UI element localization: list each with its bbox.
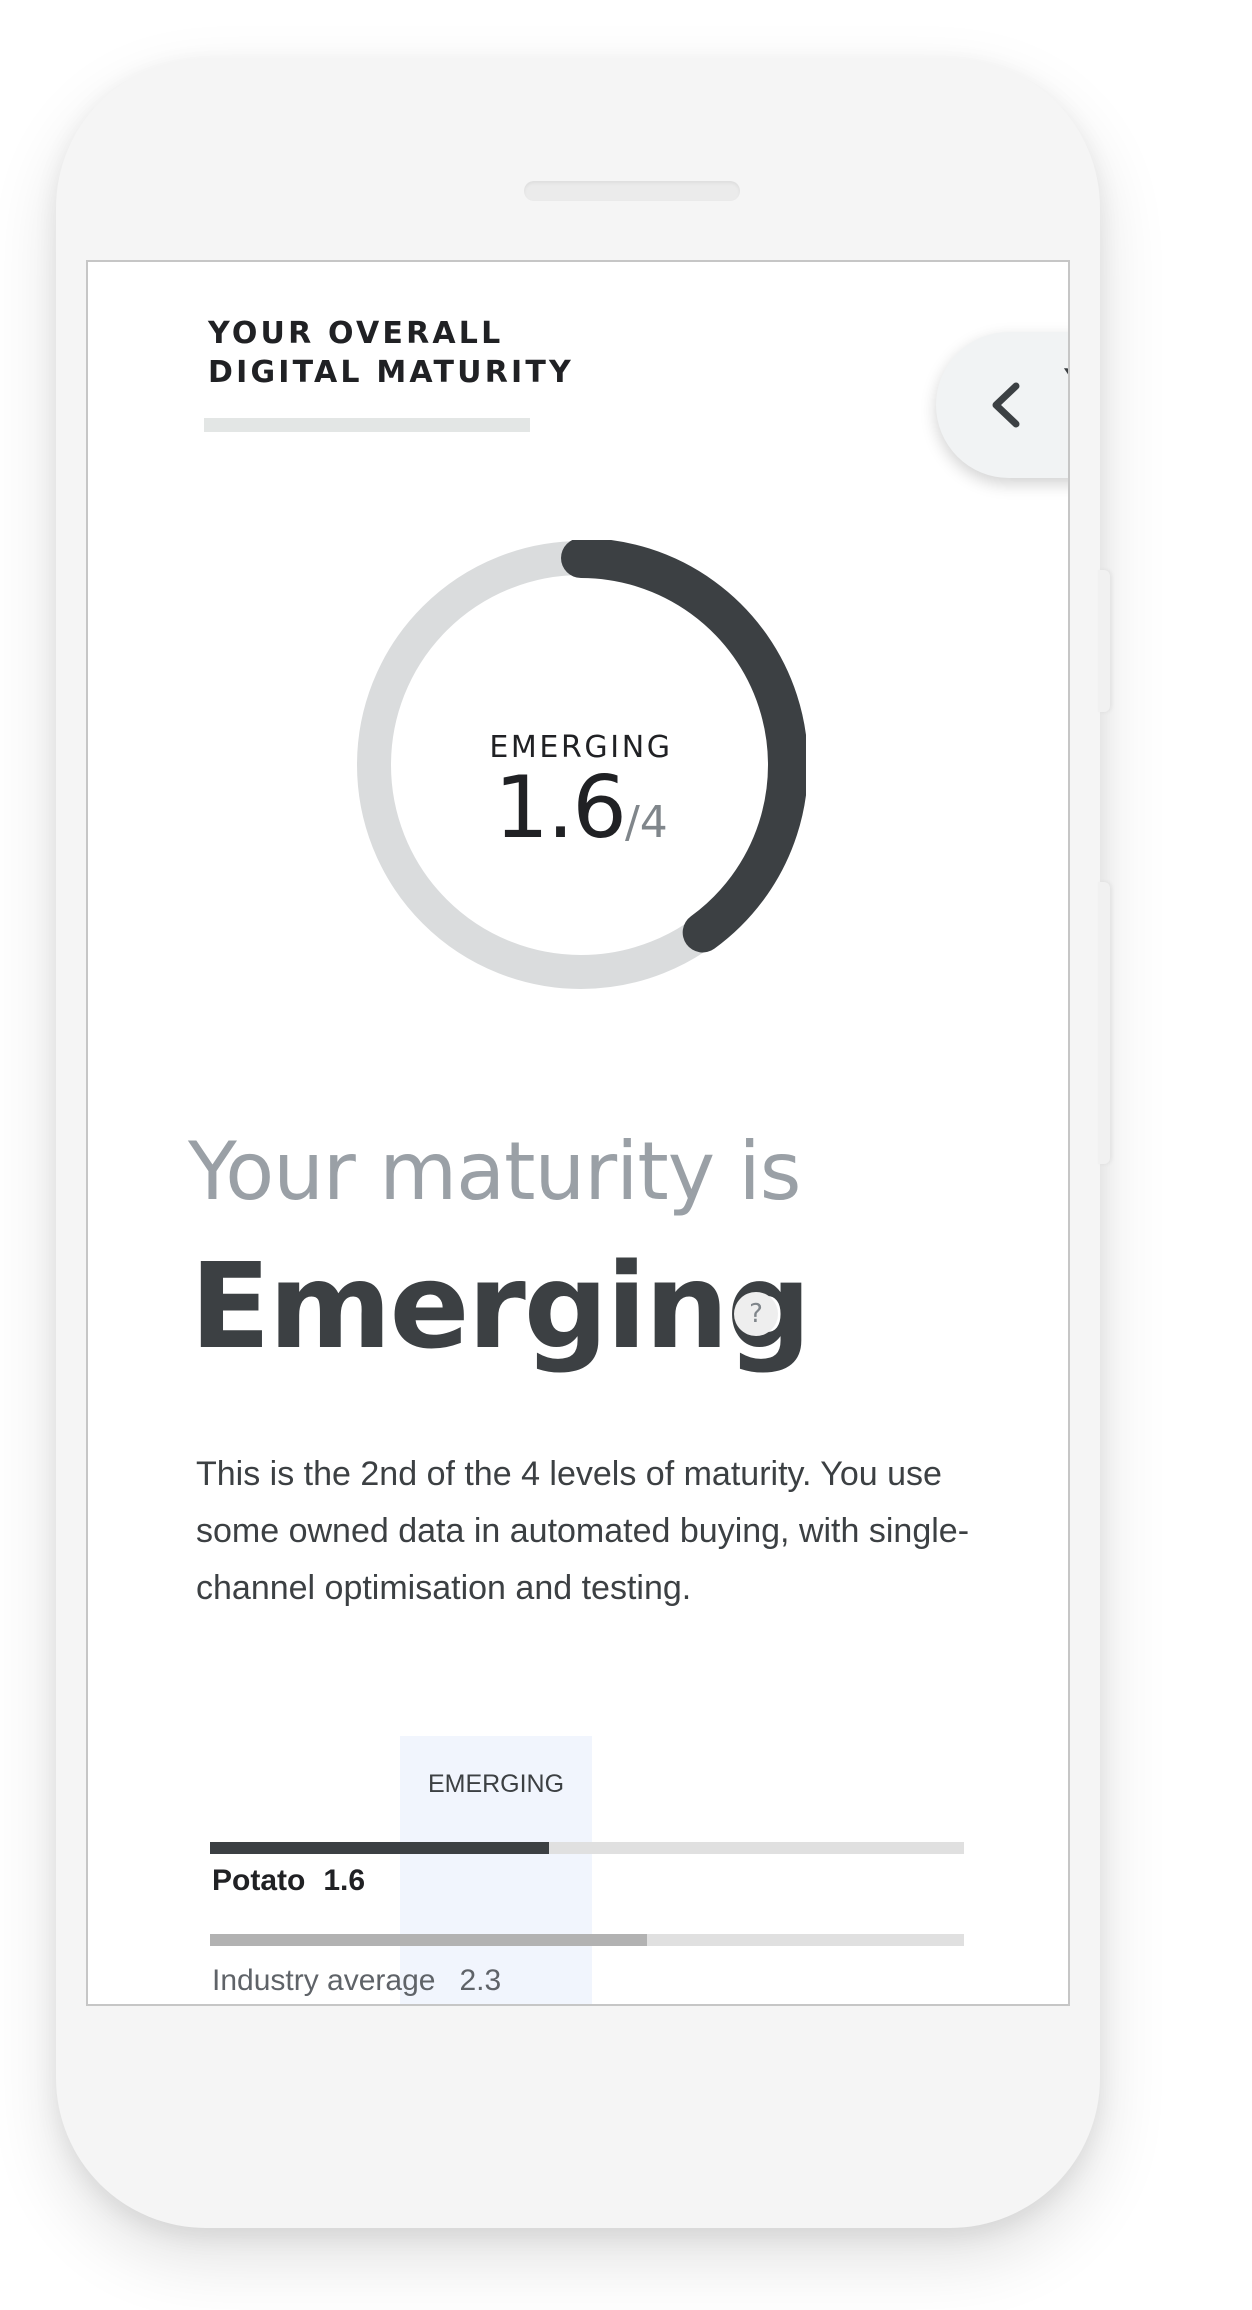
maturity-heading-prefix: Your maturity is bbox=[188, 1125, 801, 1218]
emerging-level-label: EMERGING bbox=[427, 1770, 565, 1798]
maturity-level-heading: Emerging bbox=[190, 1237, 811, 1375]
maturity-description: This is the 2nd of the 4 levels of matur… bbox=[196, 1455, 970, 1607]
industry-average-label: Industry average 2.3 bbox=[212, 1964, 501, 1998]
back-button[interactable]: Y bbox=[936, 332, 1068, 478]
industry-average-value: 2.3 bbox=[459, 1964, 502, 1997]
title-underline bbox=[204, 418, 530, 432]
section-title: YOUR OVERALL DIGITAL MATURITY bbox=[208, 314, 574, 392]
company-name: Potato bbox=[212, 1864, 306, 1897]
phone-speaker bbox=[524, 181, 740, 201]
maturity-gauge: EMERGING 1.6/4 bbox=[356, 540, 806, 990]
next-card-peek-text: Y bbox=[1064, 362, 1068, 402]
section-title-line1: YOUR OVERALL bbox=[208, 316, 504, 351]
phone-side-button-volume bbox=[1098, 882, 1110, 1164]
phone-screen: YOUR OVERALL DIGITAL MATURITY Y EMERGING… bbox=[86, 260, 1070, 2006]
chevron-left-icon bbox=[992, 382, 1020, 428]
gauge-score-readout: 1.6/4 bbox=[356, 758, 806, 858]
section-title-line2: DIGITAL MATURITY bbox=[208, 355, 574, 390]
industry-average-bar bbox=[210, 1934, 964, 1946]
gauge-score: 1.6 bbox=[494, 758, 627, 858]
phone-side-button-power bbox=[1098, 570, 1110, 712]
company-score-label: Potato 1.6 bbox=[212, 1864, 365, 1898]
company-score-bar bbox=[210, 1842, 964, 1854]
company-score-bar-fill bbox=[210, 1842, 550, 1854]
industry-average-name: Industry average bbox=[212, 1964, 436, 1997]
gauge-max: /4 bbox=[624, 797, 668, 848]
help-icon[interactable]: ? bbox=[734, 1292, 778, 1336]
industry-average-bar-fill bbox=[210, 1934, 648, 1946]
company-score-value: 1.6 bbox=[323, 1864, 366, 1897]
